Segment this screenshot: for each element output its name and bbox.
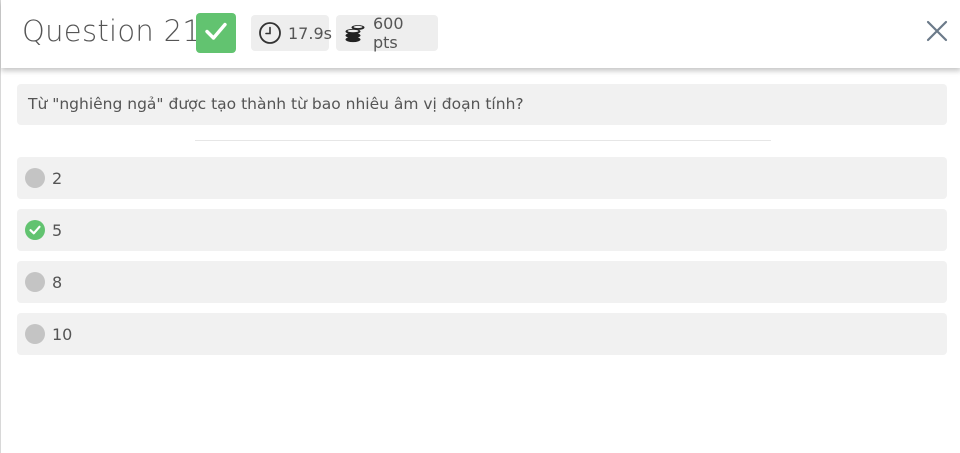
question-text-box: Từ "nghiêng ngả" được tạo thành từ bao n…	[17, 84, 947, 125]
correct-status-badge	[196, 13, 236, 53]
answer-option-label: 8	[52, 272, 63, 292]
checkmark-icon	[203, 18, 229, 48]
points-chip: 600 pts	[336, 14, 438, 52]
answer-option-3[interactable]: 8	[17, 261, 947, 303]
radio-indicator-icon	[25, 324, 45, 344]
coins-icon	[343, 21, 367, 45]
time-value: 17.9s	[288, 23, 332, 43]
correct-check-icon	[25, 220, 45, 240]
answer-option-label: 2	[52, 168, 63, 188]
radio-indicator-icon	[25, 272, 45, 292]
close-button[interactable]	[923, 19, 951, 47]
answer-option-label: 10	[52, 324, 73, 344]
divider	[195, 140, 771, 141]
points-value: 600 pts	[373, 14, 404, 52]
quiz-review-panel: Question 21 17.9s 600 pts Từ "nghiêng ng…	[0, 0, 960, 453]
question-title: Question 21	[22, 14, 202, 48]
time-chip: 17.9s	[251, 15, 332, 51]
answer-option-4[interactable]: 10	[17, 313, 947, 355]
clock-icon	[258, 21, 282, 45]
answer-option-2[interactable]: 5	[17, 209, 947, 251]
close-icon	[925, 19, 949, 47]
answer-option-1[interactable]: 2	[17, 157, 947, 199]
question-header: Question 21 17.9s 600 pts	[1, 0, 960, 68]
answer-option-label: 5	[52, 220, 63, 240]
question-text: Từ "nghiêng ngả" được tạo thành từ bao n…	[28, 95, 524, 113]
radio-indicator-icon	[25, 168, 45, 188]
